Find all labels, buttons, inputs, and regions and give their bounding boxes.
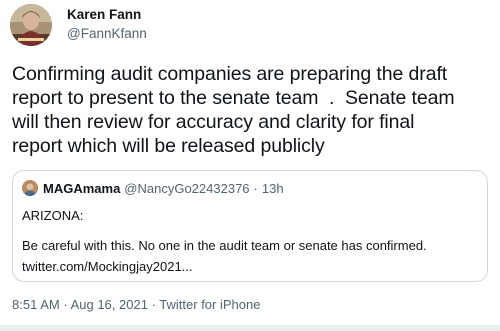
meta-separator: ·	[151, 297, 156, 312]
quoted-handle: @NancyGo22432376	[124, 180, 250, 196]
quoted-text-line: Be careful with this. No one in the audi…	[22, 238, 427, 253]
quoted-tweet[interactable]: MAGAmama @NancyGo22432376 · 13h ARIZONA:…	[12, 170, 488, 282]
meta-separator: ·	[63, 297, 68, 312]
quoted-display-name: MAGAmama	[43, 180, 121, 196]
quoted-avatar	[22, 180, 38, 196]
quoted-separator: ·	[253, 180, 258, 196]
quoted-profile-photo-icon	[22, 180, 38, 196]
author-display-name[interactable]: Karen Fann	[67, 6, 147, 23]
author-info: Karen Fann @FannKfann	[67, 6, 147, 42]
tweet-header: Karen Fann @FannKfann	[10, 3, 147, 47]
author-avatar[interactable]	[10, 4, 52, 46]
tweet-text: Confirming audit companies are preparing…	[12, 62, 494, 158]
tweet-text-line: Confirming audit companies are preparing…	[12, 63, 448, 85]
profile-photo-icon	[10, 4, 52, 46]
tweet-text-line: report to present to the senate team . S…	[12, 87, 455, 109]
tweet-text-line: report which will be released publicly	[12, 135, 325, 157]
quoted-link[interactable]: twitter.com/Mockingjay2021...	[22, 259, 193, 274]
tweet-meta: 8:51 AM · Aug 16, 2021 · Twitter for iPh…	[12, 297, 260, 312]
quoted-timestamp: 13h	[261, 180, 284, 196]
bottom-divider	[0, 325, 500, 331]
tweet-text-line: will then review for accuracy and clarit…	[12, 111, 415, 133]
quoted-tweet-header: MAGAmama @NancyGo22432376 · 13h	[22, 180, 284, 196]
tweet-time[interactable]: 8:51 AM	[12, 297, 60, 312]
tweet-client[interactable]: Twitter for iPhone	[159, 297, 260, 312]
quoted-text-line: ARIZONA:	[22, 208, 84, 223]
author-handle[interactable]: @FannKfann	[67, 25, 147, 42]
tweet-date[interactable]: Aug 16, 2021	[71, 297, 148, 312]
tweet-card: Karen Fann @FannKfann Confirming audit c…	[0, 0, 500, 331]
